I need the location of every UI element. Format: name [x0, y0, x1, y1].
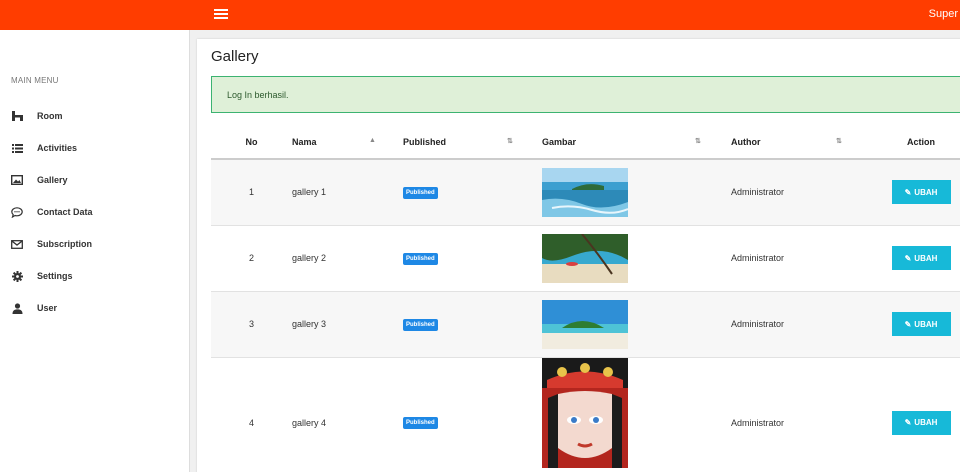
gallery-table: No Nama ▲ Published ⇅ Gambar ⇅ Author ⇅ Acti… — [211, 126, 960, 472]
gear-icon — [11, 270, 23, 282]
edit-button[interactable]: ✎ UBAH — [891, 312, 951, 336]
sidebar-item-label: Room — [37, 111, 63, 121]
menu-title: MAIN MENU — [11, 76, 59, 85]
gallery-thumbnail — [542, 299, 628, 349]
column-header-author[interactable]: Author ⇅ — [731, 126, 871, 159]
edit-button[interactable]: ✎ UBAH — [891, 180, 951, 205]
sidebar: MAIN MENU Room Activities Gallery Contac… — [0, 30, 190, 472]
cell-author: Administrator — [731, 187, 785, 198]
sidebar-menu: Room Activities Gallery Contact Data Sub… — [0, 100, 190, 324]
edit-button[interactable]: ✎ UBAH — [891, 410, 951, 435]
sort-icon: ⇅ — [836, 138, 842, 145]
column-header-no: No — [245, 137, 258, 147]
cell-author: Administrator — [731, 253, 785, 263]
sidebar-item-user[interactable]: User — [0, 292, 190, 324]
success-alert: Log In berhasil. — [211, 76, 960, 113]
mail-icon — [11, 238, 23, 250]
main-card: Gallery Log In berhasil. No Nama ▲ Publis… — [197, 39, 960, 472]
table-row: 3 gallery 3 Published Administrator ✎ UBA… — [211, 291, 960, 357]
sidebar-item-activities[interactable]: Activities — [0, 132, 190, 164]
table-row: 2 gallery 2 Published Administrator ✎ UBA… — [211, 225, 960, 291]
sidebar-item-label: Settings — [37, 271, 73, 281]
edit-button[interactable]: ✎ UBAH — [891, 246, 951, 270]
user-name[interactable]: Super — [929, 8, 958, 20]
table-header-row: No Nama ▲ Published ⇅ Gambar ⇅ Author ⇅ Acti… — [211, 126, 960, 159]
cell-nama: gallery 4 — [292, 417, 327, 428]
chat-icon — [11, 206, 23, 218]
edit-icon: ✎ — [904, 187, 912, 197]
top-bar: Super — [0, 0, 960, 30]
sort-icon: ⇅ — [695, 138, 701, 145]
person-icon — [11, 302, 23, 314]
table-row: 4 gallery 4 Published Administrator ✎ UBA… — [211, 357, 960, 472]
cell-nama: gallery 2 — [292, 253, 327, 263]
cell-author: Administrator — [731, 319, 785, 329]
sidebar-item-subscription[interactable]: Subscription — [0, 228, 190, 260]
gallery-thumbnail — [542, 167, 628, 217]
edit-icon: ✎ — [904, 253, 912, 263]
cell-no: 3 — [248, 319, 254, 329]
sidebar-item-label: User — [37, 303, 58, 313]
sidebar-item-label: Activities — [37, 143, 78, 153]
column-header-gambar[interactable]: Gambar ⇅ — [542, 126, 731, 159]
sidebar-item-contact-data[interactable]: Contact Data — [0, 196, 190, 228]
sidebar-item-label: Subscription — [37, 239, 93, 249]
status-badge: Published — [403, 417, 438, 429]
cell-no: 4 — [248, 417, 254, 428]
sidebar-item-room[interactable]: Room — [0, 100, 190, 132]
hamburger-icon[interactable] — [214, 9, 228, 20]
sort-asc-icon: ▲ — [369, 137, 376, 144]
status-badge: Published — [403, 252, 438, 265]
alert-text: Log In berhasil. — [227, 89, 289, 100]
cell-no: 2 — [248, 253, 254, 263]
status-badge: Published — [403, 318, 438, 331]
home-icon — [11, 110, 23, 122]
sidebar-item-gallery[interactable]: Gallery — [0, 164, 190, 196]
gallery-thumbnail — [542, 233, 628, 283]
cell-nama: gallery 1 — [292, 187, 327, 198]
edit-icon: ✎ — [904, 319, 912, 329]
list-icon — [11, 142, 23, 154]
sort-icon: ⇅ — [507, 138, 513, 145]
column-header-action: Action — [907, 137, 935, 147]
sidebar-item-settings[interactable]: Settings — [0, 260, 190, 292]
cell-author: Administrator — [731, 417, 785, 428]
status-badge: Published — [403, 186, 438, 199]
edit-icon: ✎ — [904, 418, 912, 427]
column-header-published[interactable]: Published ⇅ — [403, 126, 542, 159]
sidebar-item-label: Contact Data — [37, 207, 93, 217]
table-row: 1 gallery 1 Published Administrator ✎ UBA… — [211, 159, 960, 225]
cell-nama: gallery 3 — [292, 319, 327, 329]
image-icon — [11, 174, 23, 186]
sidebar-item-label: Gallery — [37, 175, 68, 185]
column-header-nama[interactable]: Nama ▲ — [292, 126, 403, 159]
cell-no: 1 — [248, 187, 254, 198]
gallery-thumbnail — [542, 357, 628, 472]
page-title: Gallery — [211, 48, 259, 65]
